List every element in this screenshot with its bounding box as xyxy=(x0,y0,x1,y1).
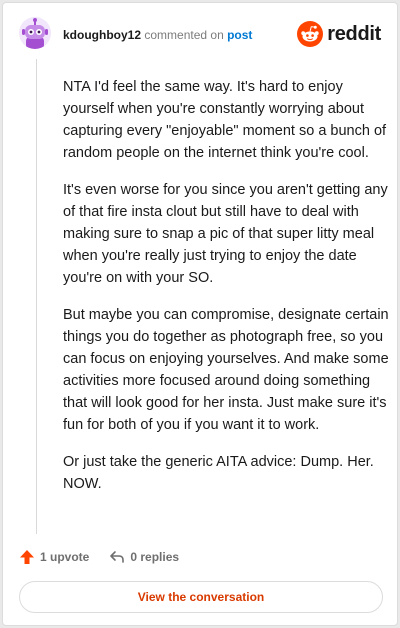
comment-paragraph: But maybe you can compromise, designate … xyxy=(63,307,389,433)
upvote-button[interactable]: 1 upvote xyxy=(19,549,89,565)
reply-button[interactable]: 0 replies xyxy=(109,549,179,565)
reddit-wordmark: reddit xyxy=(327,22,381,45)
comment-actions: 1 upvote 0 replies xyxy=(19,547,179,567)
username-link[interactable]: kdoughboy12 xyxy=(63,28,141,42)
comment-header: kdoughboy12 commented on post reddit xyxy=(3,3,397,63)
upvote-arrow-icon xyxy=(20,550,34,564)
comment-paragraph: NTA I'd feel the same way. It's hard to … xyxy=(63,79,387,161)
view-conversation-button[interactable]: View the conversation xyxy=(19,581,383,613)
user-avatar-icon[interactable] xyxy=(19,17,51,49)
comment-card: kdoughboy12 commented on post reddit NTA… xyxy=(2,2,398,626)
comment-body: NTA I'd feel the same way. It's hard to … xyxy=(63,76,393,510)
reply-arrow-icon xyxy=(110,551,125,563)
reddit-logo[interactable]: reddit xyxy=(297,21,381,47)
thread-line xyxy=(36,59,37,534)
upvote-count: 1 upvote xyxy=(40,550,90,564)
comment-paragraph: Or just take the generic AITA advice: Du… xyxy=(63,454,374,492)
comment-paragraph: It's even worse for you since you aren't… xyxy=(63,182,388,286)
reddit-logo-icon xyxy=(297,21,324,47)
byline-action-text: commented on xyxy=(144,28,224,42)
post-link[interactable]: post xyxy=(227,28,252,42)
reply-count: 0 replies xyxy=(130,550,180,564)
comment-byline: kdoughboy12 commented on post xyxy=(63,28,252,42)
